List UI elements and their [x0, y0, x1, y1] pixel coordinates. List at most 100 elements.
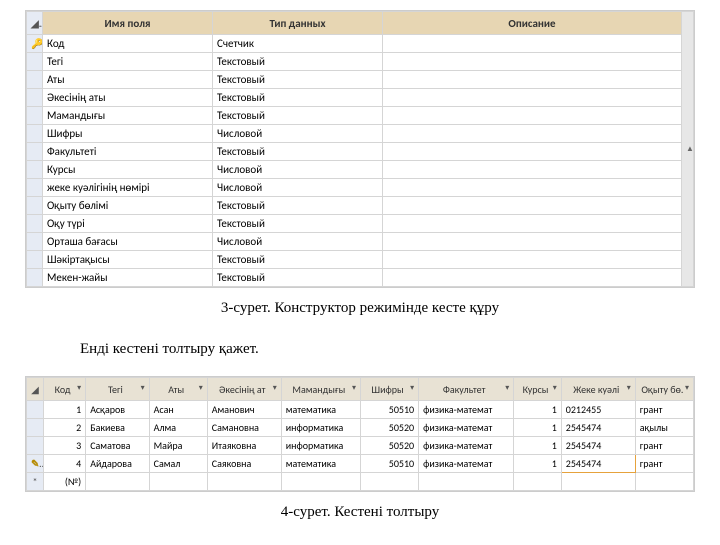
table-row[interactable]: 3СаматоваМайраИтаяковнаинформатика50520ф… [27, 437, 694, 455]
cell-active[interactable]: 2545474 [561, 455, 635, 473]
design-row[interactable]: ТегіТекстовый [27, 53, 694, 71]
field-cell[interactable]: жеке куәлігінің нөмірі [43, 179, 213, 197]
select-all-cell[interactable]: ◢ [27, 378, 44, 401]
chevron-down-icon[interactable]: ▾ [141, 383, 145, 393]
cell[interactable]: Алма [149, 419, 207, 437]
col-description[interactable]: Описание [383, 12, 682, 35]
cell[interactable]: математика [281, 401, 360, 419]
cell[interactable] [360, 473, 418, 491]
desc-cell[interactable] [383, 107, 682, 125]
design-row[interactable]: жеке куәлігінің нөміріЧисловой [27, 179, 694, 197]
row-selector[interactable] [27, 419, 44, 437]
cell[interactable]: грант [635, 437, 693, 455]
chevron-down-icon[interactable]: ▾ [627, 383, 631, 393]
chevron-down-icon[interactable]: ▾ [505, 383, 509, 393]
chevron-down-icon[interactable]: ▾ [553, 383, 557, 393]
field-cell[interactable]: Курсы [43, 161, 213, 179]
cell[interactable] [561, 473, 635, 491]
row-selector[interactable] [27, 215, 43, 233]
chevron-down-icon[interactable]: ▾ [77, 383, 81, 393]
field-cell[interactable]: Код [43, 35, 213, 53]
cell[interactable]: 3 [43, 437, 85, 455]
cell[interactable]: информатика [281, 419, 360, 437]
design-row[interactable]: Әкесінің атыТекстовый [27, 89, 694, 107]
design-row[interactable]: Оқыту бөліміТекстовый [27, 197, 694, 215]
col-field-name[interactable]: Имя поля [43, 12, 213, 35]
cell[interactable]: физика-математ [419, 437, 514, 455]
cell[interactable] [514, 473, 562, 491]
cell[interactable]: Аманович [207, 401, 281, 419]
cell[interactable] [149, 473, 207, 491]
cell-new-id[interactable]: (№) [43, 473, 85, 491]
row-selector[interactable] [27, 179, 43, 197]
cell[interactable]: 1 [514, 419, 562, 437]
cell[interactable]: Асқаров [86, 401, 149, 419]
type-cell[interactable]: Текстовый [213, 107, 383, 125]
col-kursy[interactable]: Курсы▾ [514, 378, 562, 401]
col-okytu-bolim[interactable]: Оқыту бө.▾ [635, 378, 693, 401]
table-row[interactable]: 2БакиеваАлмаСамановнаинформатика50520физ… [27, 419, 694, 437]
field-cell[interactable]: Әкесінің аты [43, 89, 213, 107]
cell[interactable] [207, 473, 281, 491]
row-selector[interactable] [27, 89, 43, 107]
cell[interactable]: 50510 [360, 401, 418, 419]
row-selector[interactable] [27, 125, 43, 143]
cell[interactable]: 0212455 [561, 401, 635, 419]
desc-cell[interactable] [383, 161, 682, 179]
row-selector[interactable] [27, 233, 43, 251]
scroll-up-icon[interactable]: ▲ [686, 144, 689, 154]
cell[interactable]: грант [635, 455, 693, 473]
desc-cell[interactable] [383, 71, 682, 89]
cell[interactable]: Самал [149, 455, 207, 473]
col-kod[interactable]: Код▾ [43, 378, 85, 401]
desc-cell[interactable] [383, 89, 682, 107]
col-mamandygy[interactable]: Мамандығы▾ [281, 378, 360, 401]
desc-cell[interactable] [383, 125, 682, 143]
col-shifry[interactable]: Шифры▾ [360, 378, 418, 401]
design-row[interactable]: МамандығыТекстовый [27, 107, 694, 125]
col-akesi[interactable]: Әкесінің ат▾ [207, 378, 281, 401]
type-cell[interactable]: Текстовый [213, 197, 383, 215]
chevron-down-icon[interactable]: ▾ [410, 383, 414, 393]
field-cell[interactable]: Мекен-жайы [43, 269, 213, 287]
row-selector[interactable] [27, 161, 43, 179]
cell[interactable] [281, 473, 360, 491]
cell[interactable]: 50520 [360, 419, 418, 437]
type-cell[interactable]: Текстовый [213, 215, 383, 233]
cell[interactable]: 2 [43, 419, 85, 437]
cell[interactable]: Бакиева [86, 419, 149, 437]
cell[interactable]: Асан [149, 401, 207, 419]
field-cell[interactable]: Тегі [43, 53, 213, 71]
cell[interactable]: Самановна [207, 419, 281, 437]
type-cell[interactable]: Текстовый [213, 143, 383, 161]
row-selector[interactable] [27, 53, 43, 71]
row-selector[interactable] [27, 197, 43, 215]
chevron-down-icon[interactable]: ▾ [199, 383, 203, 393]
col-tegi[interactable]: Тегі▾ [86, 378, 149, 401]
cell[interactable]: 50520 [360, 437, 418, 455]
desc-cell[interactable] [383, 269, 682, 287]
row-selector[interactable] [27, 143, 43, 161]
type-cell[interactable]: Числовой [213, 161, 383, 179]
cell[interactable] [635, 473, 693, 491]
row-selector-edit[interactable]: ✎ [27, 455, 44, 473]
desc-cell[interactable] [383, 197, 682, 215]
cell[interactable]: 1 [43, 401, 85, 419]
type-cell[interactable]: Числовой [213, 233, 383, 251]
col-aty[interactable]: Аты▾ [149, 378, 207, 401]
type-cell[interactable]: Счетчик [213, 35, 383, 53]
design-row[interactable]: ШифрыЧисловой [27, 125, 694, 143]
row-selector-new[interactable]: * [27, 473, 44, 491]
cell[interactable]: Айдарова [86, 455, 149, 473]
table-row[interactable]: 1АсқаровАсанАмановичматематика50510физик… [27, 401, 694, 419]
cell[interactable]: Майра [149, 437, 207, 455]
design-row[interactable]: Оқу түріТекстовый [27, 215, 694, 233]
chevron-down-icon[interactable]: ▾ [273, 383, 277, 393]
row-selector[interactable] [27, 71, 43, 89]
col-data-type[interactable]: Тип данных [213, 12, 383, 35]
design-row[interactable]: 🔑 Код Счетчик [27, 35, 694, 53]
cell[interactable]: информатика [281, 437, 360, 455]
row-selector[interactable] [27, 251, 43, 269]
type-cell[interactable]: Текстовый [213, 71, 383, 89]
type-cell[interactable]: Текстовый [213, 53, 383, 71]
